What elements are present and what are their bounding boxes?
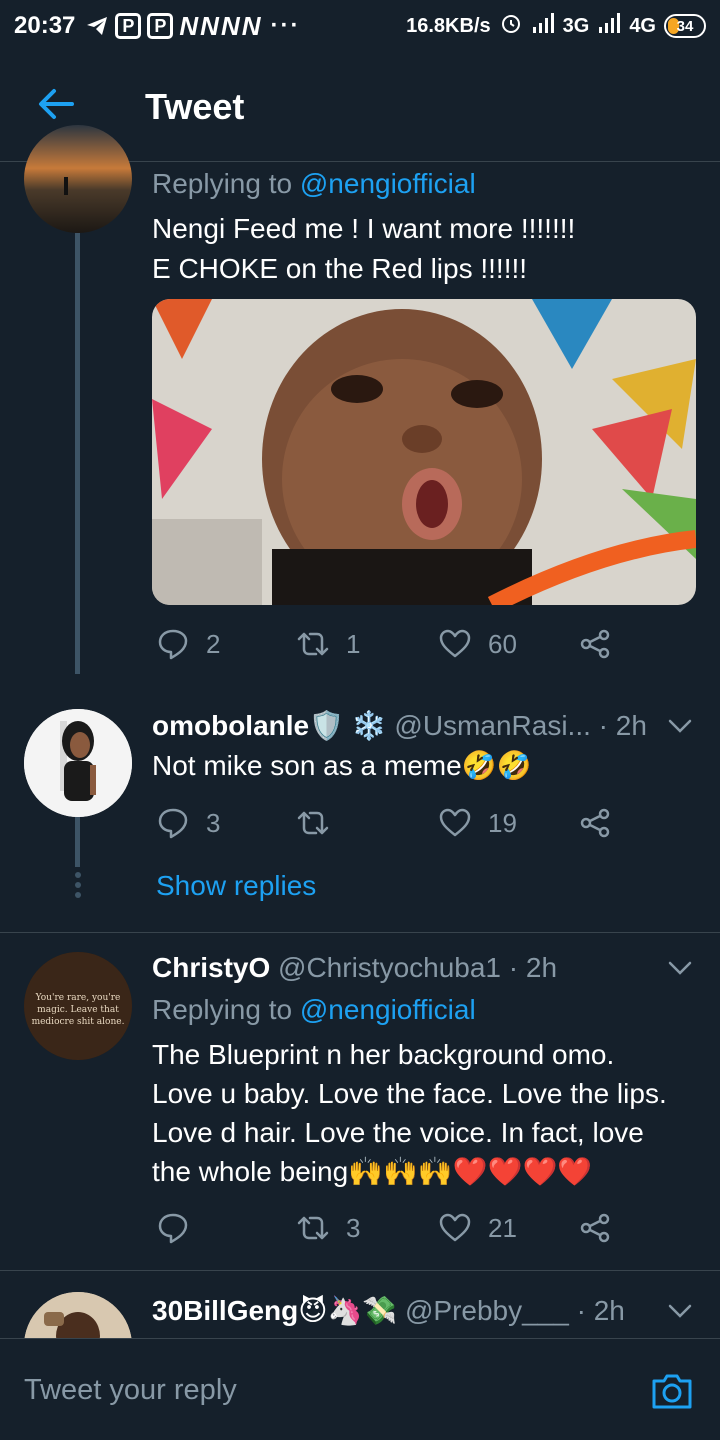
- reply-action[interactable]: 3: [156, 806, 220, 840]
- like-action[interactable]: 60: [438, 627, 517, 661]
- retweet-icon: [297, 1216, 329, 1240]
- tweet-text-line: E CHOKE on the Red lips !!!!!!: [152, 253, 528, 284]
- signal-icon: [597, 13, 621, 39]
- replying-to: Replying to @nengiofficial: [152, 990, 476, 1030]
- n-app-icon: N: [220, 10, 240, 41]
- display-name[interactable]: 30BillGeng😈🦄💸: [152, 1295, 397, 1326]
- heart-icon: [439, 629, 471, 658]
- replying-handle-link[interactable]: @nengiofficial: [300, 168, 476, 199]
- page-title: Tweet: [145, 86, 245, 127]
- reply-composer: Tweet your reply: [0, 1338, 720, 1440]
- battery-level: 34: [676, 17, 694, 35]
- display-name[interactable]: omobolanle🛡️ ❄️: [152, 710, 387, 741]
- battery-icon: 34: [664, 14, 706, 38]
- like-count: 19: [488, 807, 517, 838]
- retweet-action[interactable]: 3: [296, 1211, 360, 1245]
- more-notifications: ···: [270, 12, 301, 39]
- tweet-header: ChristyO @Christyochuba1 · 2h: [152, 948, 557, 988]
- tweet-time: · 2h: [576, 1295, 625, 1326]
- retweet-icon: [297, 632, 329, 656]
- tweet-text-line: The Blueprint n her background omo.: [152, 1039, 615, 1070]
- retweet-action[interactable]: [296, 806, 346, 840]
- thread-connector: [75, 817, 80, 867]
- retweet-action[interactable]: 1: [296, 627, 360, 661]
- like-action[interactable]: 19: [438, 806, 517, 840]
- tweet-text-line: Nengi Feed me ! I want more !!!!!!!: [152, 213, 576, 244]
- share-icon: [580, 629, 610, 659]
- replying-prefix: Replying to: [152, 168, 293, 199]
- tweet-text: Not mike son as a meme🤣🤣: [152, 750, 532, 781]
- p-app-icon: P: [115, 13, 142, 39]
- heart-icon: [439, 1213, 471, 1242]
- chevron-down-icon[interactable]: [666, 954, 694, 982]
- camera-icon[interactable]: [650, 1369, 694, 1413]
- chevron-down-icon[interactable]: [666, 1297, 694, 1325]
- user-handle[interactable]: @UsmanRasi...: [394, 710, 590, 741]
- share-action[interactable]: [578, 1211, 612, 1245]
- tweet-text-line: Love d hair. Love the voice. In fact, lo…: [152, 1117, 644, 1148]
- share-icon: [580, 808, 610, 838]
- reply-count: 2: [206, 628, 221, 659]
- avatar[interactable]: [24, 709, 132, 817]
- share-action[interactable]: [578, 627, 612, 661]
- reply-icon: [158, 629, 188, 660]
- like-count: 21: [488, 1212, 517, 1243]
- divider: [0, 932, 720, 933]
- reply-icon: [158, 808, 188, 839]
- n-app-icon: N: [241, 10, 261, 41]
- avatar-quote-line: magic. Leave that: [37, 1005, 119, 1015]
- like-count: 60: [488, 628, 517, 659]
- tweet-image[interactable]: [152, 299, 696, 605]
- user-handle[interactable]: @Christyochuba1: [278, 952, 501, 983]
- telegram-icon: [85, 14, 109, 38]
- reply-input[interactable]: Tweet your reply: [24, 1374, 237, 1407]
- tweet-header: 30BillGeng😈🦄💸 @Prebby___ · 2h: [152, 1291, 625, 1331]
- thread-dots: [74, 872, 82, 898]
- share-action[interactable]: [578, 806, 612, 840]
- retweet-count: 1: [346, 628, 361, 659]
- network-type-4g: 4G: [629, 14, 656, 37]
- reply-count: 3: [206, 807, 221, 838]
- tweet-time: · 2h: [508, 952, 558, 983]
- avatar-quote-line: mediocre shit alone.: [32, 1017, 125, 1027]
- back-arrow-icon[interactable]: [34, 82, 78, 126]
- p-app-icon: P: [147, 13, 174, 39]
- reply-icon: [158, 1213, 188, 1244]
- retweet-count: 3: [346, 1212, 361, 1243]
- like-action[interactable]: 21: [438, 1211, 517, 1245]
- avatar-quote-line: You're rare, you're: [35, 993, 121, 1003]
- avatar[interactable]: [24, 125, 132, 233]
- divider: [0, 1270, 720, 1271]
- tweet-time: · 2h: [598, 710, 647, 741]
- status-bar: 20:37 P P N N N N ··· 16.8KB/s 3G 4G 34: [0, 0, 720, 52]
- display-name[interactable]: ChristyO: [152, 952, 270, 983]
- reply-action[interactable]: [156, 1211, 206, 1245]
- chevron-down-icon[interactable]: [666, 712, 694, 740]
- alarm-icon: [499, 11, 523, 41]
- replying-handle-link[interactable]: @nengiofficial: [300, 994, 476, 1025]
- tweet-text-line: the whole being🙌🙌🙌❤️❤️❤️❤️: [152, 1156, 593, 1187]
- thread-connector: [75, 233, 80, 674]
- avatar[interactable]: You're rare, you're magic. Leave that me…: [24, 952, 132, 1060]
- network-type-3g: 3G: [562, 14, 590, 37]
- share-icon: [580, 1213, 610, 1243]
- replying-to: Replying to @nengiofficial: [152, 164, 476, 204]
- show-replies-link[interactable]: Show replies: [156, 866, 316, 906]
- status-time: 20:37: [14, 12, 76, 39]
- reply-action[interactable]: 2: [156, 627, 220, 661]
- network-speed: 16.8KB/s: [406, 14, 491, 37]
- signal-icon: [531, 13, 555, 39]
- heart-icon: [439, 808, 471, 837]
- n-app-icon: N: [179, 10, 199, 41]
- user-handle[interactable]: @Prebby___: [405, 1295, 569, 1326]
- tweet-header: omobolanle🛡️ ❄️ @UsmanRasi... · 2h: [152, 706, 647, 746]
- retweet-icon: [297, 811, 329, 835]
- replying-prefix: Replying to: [152, 994, 293, 1025]
- n-app-icon: N: [200, 10, 219, 41]
- tweet-text-line: Love u baby. Love the face. Love the lip…: [152, 1078, 667, 1109]
